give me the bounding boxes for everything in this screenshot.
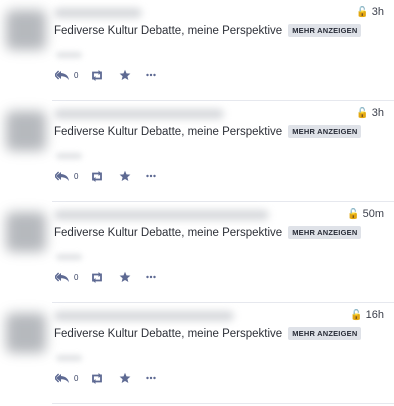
relative-time[interactable]: 3h [372,107,384,119]
status-meta: 🔓 3h [356,6,384,18]
display-name-blurred[interactable] [54,210,269,220]
unlock-icon: 🔓 [356,6,369,18]
status-text: Fediverse Kultur Debatte, meine Perspekt… [54,226,283,239]
action-bar: 0 [55,170,157,182]
ellipsis-icon [146,174,157,178]
status-item[interactable]: 🔓 16h Fediverse Kultur Debatte, meine Pe… [0,303,394,404]
blurred-text [56,52,82,58]
more-button[interactable] [146,174,157,178]
avatar[interactable] [6,212,46,252]
more-button[interactable] [146,376,157,380]
star-icon [120,372,131,383]
ellipsis-icon [146,376,157,380]
show-more-button[interactable]: MEHR ANZEIGEN [288,327,362,340]
boost-icon [92,170,103,182]
reply-all-icon [55,373,69,383]
boost-icon [92,372,103,384]
status-content: Fediverse Kultur Debatte, meine Perspekt… [54,327,362,340]
reply-count: 0 [74,272,79,282]
avatar[interactable] [6,313,46,353]
show-more-button[interactable]: MEHR ANZEIGEN [288,24,362,37]
ellipsis-icon [146,73,157,77]
boost-icon [92,271,103,283]
status-content: Fediverse Kultur Debatte, meine Perspekt… [54,226,362,239]
status-item[interactable]: 🔓 50m Fediverse Kultur Debatte, meine Pe… [0,202,394,303]
favourite-button[interactable] [119,170,131,182]
show-more-button[interactable]: MEHR ANZEIGEN [288,125,362,138]
status-meta: 🔓 50m [347,208,384,220]
action-bar: 0 [55,271,157,283]
boost-button[interactable] [90,271,104,283]
blurred-text [56,355,82,361]
relative-time[interactable]: 50m [363,208,384,220]
star-icon [120,69,131,80]
reply-count: 0 [74,373,79,383]
reply-count: 0 [74,171,79,181]
reply-button[interactable]: 0 [55,70,78,81]
ellipsis-icon [146,275,157,279]
status-content: Fediverse Kultur Debatte, meine Perspekt… [54,125,362,138]
favourite-button[interactable] [119,271,131,283]
reply-all-icon [55,171,69,181]
relative-time[interactable]: 16h [366,309,384,321]
divider [52,403,394,404]
avatar[interactable] [6,111,46,151]
more-button[interactable] [146,73,157,77]
reply-all-icon [55,70,69,80]
display-name-blurred[interactable] [54,109,224,119]
favourite-button[interactable] [119,69,131,81]
action-bar: 0 [55,69,157,81]
display-name-blurred[interactable] [54,8,142,18]
blurred-text [56,254,82,260]
display-name-blurred[interactable] [54,311,234,321]
status-item[interactable]: 🔓 3h Fediverse Kultur Debatte, meine Per… [0,101,394,202]
reply-button[interactable]: 0 [55,171,78,182]
relative-time[interactable]: 3h [372,6,384,18]
status-content: Fediverse Kultur Debatte, meine Perspekt… [54,24,362,37]
avatar[interactable] [6,10,46,50]
star-icon [120,170,131,181]
status-text: Fediverse Kultur Debatte, meine Perspekt… [54,24,283,37]
boost-button[interactable] [90,170,104,182]
status-item[interactable]: 🔓 3h Fediverse Kultur Debatte, meine Per… [0,0,394,101]
blurred-text [56,153,82,159]
unlock-icon: 🔓 [347,208,360,220]
more-button[interactable] [146,275,157,279]
star-icon [120,271,131,282]
action-bar: 0 [55,372,157,384]
reply-all-icon [55,272,69,282]
status-text: Fediverse Kultur Debatte, meine Perspekt… [54,125,283,138]
boost-icon [92,69,103,81]
boost-button[interactable] [90,69,104,81]
reply-button[interactable]: 0 [55,373,78,384]
status-feed: 🔓 3h Fediverse Kultur Debatte, meine Per… [0,0,394,406]
unlock-icon: 🔓 [356,107,369,119]
status-text: Fediverse Kultur Debatte, meine Perspekt… [54,327,283,340]
status-meta: 🔓 3h [356,107,384,119]
unlock-icon: 🔓 [350,309,363,321]
show-more-button[interactable]: MEHR ANZEIGEN [288,226,362,239]
reply-count: 0 [74,70,79,80]
boost-button[interactable] [90,372,104,384]
favourite-button[interactable] [119,372,131,384]
reply-button[interactable]: 0 [55,272,78,283]
status-meta: 🔓 16h [350,309,384,321]
